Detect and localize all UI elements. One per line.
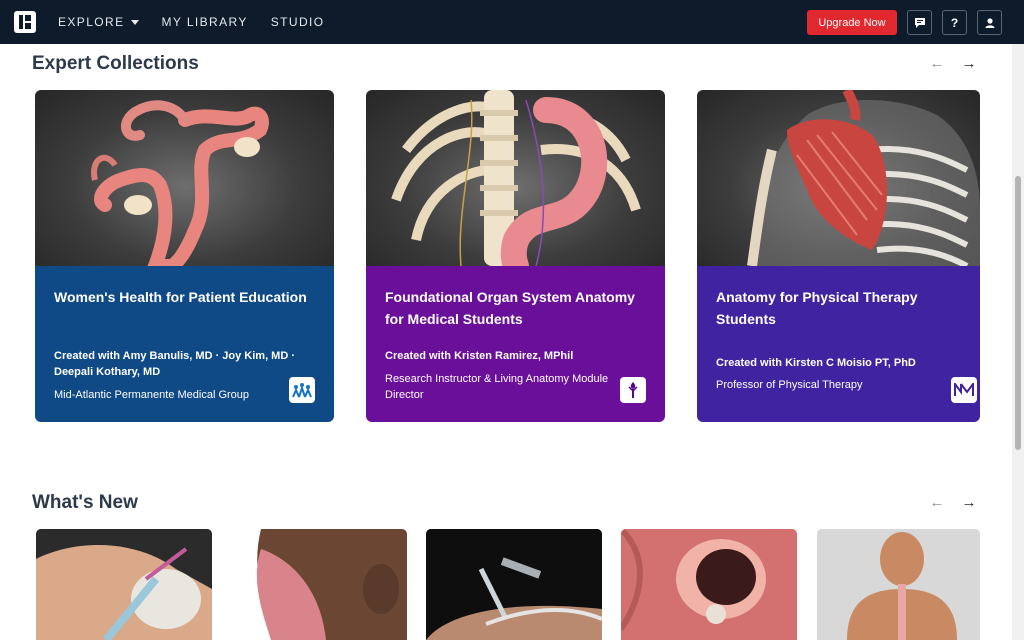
whats-new-tile[interactable] bbox=[36, 529, 212, 640]
expert-collections-heading: Expert Collections bbox=[32, 53, 199, 74]
nav-explore-label: EXPLORE bbox=[58, 15, 125, 29]
chevron-down-icon bbox=[130, 19, 139, 25]
upgrade-now-button[interactable]: Upgrade Now bbox=[807, 10, 897, 35]
help-button[interactable]: ? bbox=[942, 10, 967, 35]
card-creator: Created with Kristen Ramirez, MPhil bbox=[385, 350, 574, 362]
whatsnew-next-arrow-icon[interactable]: → bbox=[961, 494, 977, 511]
nav-studio[interactable]: STUDIO bbox=[271, 15, 325, 29]
card-role: Mid-Atlantic Permanente Medical Group bbox=[54, 389, 250, 401]
card-role: Professor of Physical Therapy bbox=[716, 379, 863, 391]
card-panel: Women's Health for Patient Education Cre… bbox=[35, 266, 334, 422]
nav-library-label: MY LIBRARY bbox=[161, 15, 248, 29]
app-logo-icon[interactable] bbox=[14, 11, 36, 33]
help-icon: ? bbox=[950, 15, 959, 30]
card-creator: Created with Kirsten C Moisio PT, PhD bbox=[716, 357, 916, 369]
chat-button[interactable] bbox=[907, 10, 932, 35]
card-title: Women's Health for Patient Education bbox=[54, 289, 307, 305]
scrollbar-thumb[interactable] bbox=[1015, 176, 1021, 450]
whats-new-tile[interactable] bbox=[817, 529, 980, 640]
main-nav: EXPLORE MY LIBRARY STUDIO bbox=[58, 0, 348, 44]
nav-explore[interactable]: EXPLORE bbox=[58, 15, 139, 29]
card-creator: Created with Amy Banulis, MD · Joy Kim, … bbox=[54, 350, 296, 378]
whats-new-tile[interactable] bbox=[621, 529, 797, 640]
card-panel: Anatomy for Physical Therapy Students Cr… bbox=[697, 266, 980, 422]
card-panel: Foundational Organ System Anatomy for Me… bbox=[366, 266, 665, 422]
whatsnew-prev-arrow-icon[interactable]: ← bbox=[929, 494, 945, 511]
user-icon bbox=[985, 17, 994, 28]
card-title: Anatomy for Physical Therapy Students bbox=[716, 289, 918, 327]
nav-studio-label: STUDIO bbox=[270, 15, 325, 29]
top-nav-bar: EXPLORE MY LIBRARY STUDIO Upgrade Now ? bbox=[0, 0, 1024, 44]
card-role: Research Instructor & Living Anatomy Mod… bbox=[385, 373, 609, 401]
nyu-torch-logo-icon bbox=[620, 377, 646, 403]
card-title: Foundational Organ System Anatomy for Me… bbox=[385, 289, 635, 327]
whats-new-heading: What's New bbox=[32, 492, 138, 513]
collection-card-physical-therapy[interactable]: Anatomy for Physical Therapy Students Cr… bbox=[697, 90, 980, 422]
card-image bbox=[697, 90, 980, 269]
collection-card-womens-health[interactable]: Women's Health for Patient Education Cre… bbox=[35, 90, 334, 422]
chat-icon bbox=[914, 17, 925, 28]
card-image bbox=[366, 90, 665, 279]
nav-my-library[interactable]: MY LIBRARY bbox=[162, 15, 248, 29]
institution-logo-icon bbox=[951, 377, 977, 403]
whats-new-tile[interactable] bbox=[426, 529, 602, 640]
kaiser-permanente-logo-icon bbox=[289, 377, 315, 403]
expert-next-arrow-icon[interactable]: → bbox=[961, 55, 977, 72]
account-button[interactable] bbox=[977, 10, 1002, 35]
expert-prev-arrow-icon[interactable]: ← bbox=[929, 55, 945, 72]
collection-card-organ-systems[interactable]: Foundational Organ System Anatomy for Me… bbox=[366, 90, 665, 422]
whats-new-tile[interactable] bbox=[231, 529, 407, 640]
card-image bbox=[35, 90, 334, 273]
